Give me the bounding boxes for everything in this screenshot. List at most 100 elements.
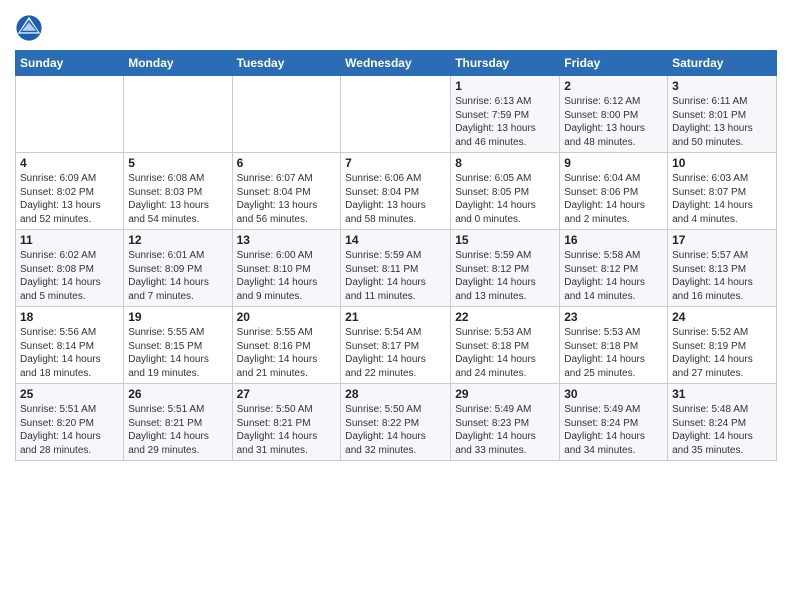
day-info: Sunrise: 5:50 AM Sunset: 8:21 PM Dayligh… — [237, 403, 337, 457]
week-row: 4Sunrise: 6:09 AM Sunset: 8:02 PM Daylig… — [16, 153, 777, 230]
page-container: SundayMondayTuesdayWednesdayThursdayFrid… — [0, 0, 792, 471]
day-number: 7 — [345, 156, 446, 170]
day-number: 4 — [20, 156, 119, 170]
day-info: Sunrise: 6:05 AM Sunset: 8:05 PM Dayligh… — [455, 172, 555, 226]
day-number: 26 — [128, 387, 227, 401]
day-info: Sunrise: 6:04 AM Sunset: 8:06 PM Dayligh… — [564, 172, 663, 226]
day-cell: 24 Sunrise: 5:52 AM Sunset: 8:19 PM Dayli… — [668, 307, 777, 384]
day-info: Sunrise: 5:59 AM Sunset: 8:11 PM Dayligh… — [345, 249, 446, 303]
header-day: Wednesday — [341, 51, 451, 76]
calendar-table: SundayMondayTuesdayWednesdayThursdayFrid… — [15, 50, 777, 461]
day-cell: 9 Sunrise: 6:04 AM Sunset: 8:06 PM Daylig… — [560, 153, 668, 230]
day-number: 30 — [564, 387, 663, 401]
day-number: 16 — [564, 233, 663, 247]
day-cell — [232, 76, 341, 153]
day-cell: 15Sunrise: 5:59 AM Sunset: 8:12 PM Dayli… — [451, 230, 560, 307]
day-cell: 28 Sunrise: 5:50 AM Sunset: 8:22 PM Dayli… — [341, 384, 451, 461]
day-number: 31 — [672, 387, 772, 401]
day-cell: 2 Sunrise: 6:12 AM Sunset: 8:00 PM Daylig… — [560, 76, 668, 153]
day-number: 9 — [564, 156, 663, 170]
day-cell — [341, 76, 451, 153]
day-info: Sunrise: 5:57 AM Sunset: 8:13 PM Dayligh… — [672, 249, 772, 303]
day-cell: 10Sunrise: 6:03 AM Sunset: 8:07 PM Dayli… — [668, 153, 777, 230]
day-cell: 23Sunrise: 5:53 AM Sunset: 8:18 PM Dayli… — [560, 307, 668, 384]
day-info: Sunrise: 5:51 AM Sunset: 8:21 PM Dayligh… — [128, 403, 227, 457]
day-cell: 27 Sunrise: 5:50 AM Sunset: 8:21 PM Dayli… — [232, 384, 341, 461]
day-number: 19 — [128, 310, 227, 324]
day-info: Sunrise: 6:06 AM Sunset: 8:04 PM Dayligh… — [345, 172, 446, 226]
day-number: 6 — [237, 156, 337, 170]
day-cell: 16 Sunrise: 5:58 AM Sunset: 8:12 PM Dayli… — [560, 230, 668, 307]
day-cell — [16, 76, 124, 153]
day-cell: 7 Sunrise: 6:06 AM Sunset: 8:04 PM Daylig… — [341, 153, 451, 230]
day-cell: 31 Sunrise: 5:48 AM Sunset: 8:24 PM Dayli… — [668, 384, 777, 461]
day-cell: 13Sunrise: 6:00 AM Sunset: 8:10 PM Dayli… — [232, 230, 341, 307]
header-row: SundayMondayTuesdayWednesdayThursdayFrid… — [16, 51, 777, 76]
week-row: 11 Sunrise: 6:02 AM Sunset: 8:08 PM Dayli… — [16, 230, 777, 307]
day-info: Sunrise: 5:56 AM Sunset: 8:14 PM Dayligh… — [20, 326, 119, 380]
day-cell: 8Sunrise: 6:05 AM Sunset: 8:05 PM Daylig… — [451, 153, 560, 230]
week-row: 18 Sunrise: 5:56 AM Sunset: 8:14 PM Dayli… — [16, 307, 777, 384]
day-info: Sunrise: 5:48 AM Sunset: 8:24 PM Dayligh… — [672, 403, 772, 457]
header-day: Sunday — [16, 51, 124, 76]
day-info: Sunrise: 6:01 AM Sunset: 8:09 PM Dayligh… — [128, 249, 227, 303]
day-info: Sunrise: 5:55 AM Sunset: 8:16 PM Dayligh… — [237, 326, 337, 380]
day-info: Sunrise: 6:11 AM Sunset: 8:01 PM Dayligh… — [672, 95, 772, 149]
day-info: Sunrise: 6:07 AM Sunset: 8:04 PM Dayligh… — [237, 172, 337, 226]
day-number: 23 — [564, 310, 663, 324]
day-info: Sunrise: 5:49 AM Sunset: 8:23 PM Dayligh… — [455, 403, 555, 457]
day-cell: 25 Sunrise: 5:51 AM Sunset: 8:20 PM Dayli… — [16, 384, 124, 461]
logo — [15, 14, 47, 42]
day-number: 3 — [672, 79, 772, 93]
day-info: Sunrise: 6:00 AM Sunset: 8:10 PM Dayligh… — [237, 249, 337, 303]
day-info: Sunrise: 6:13 AM Sunset: 7:59 PM Dayligh… — [455, 95, 555, 149]
day-cell: 1 Sunrise: 6:13 AM Sunset: 7:59 PM Daylig… — [451, 76, 560, 153]
day-number: 1 — [455, 79, 555, 93]
header-day: Tuesday — [232, 51, 341, 76]
day-cell: 6 Sunrise: 6:07 AM Sunset: 8:04 PM Daylig… — [232, 153, 341, 230]
week-row: 1 Sunrise: 6:13 AM Sunset: 7:59 PM Daylig… — [16, 76, 777, 153]
day-info: Sunrise: 5:51 AM Sunset: 8:20 PM Dayligh… — [20, 403, 119, 457]
day-cell: 5 Sunrise: 6:08 AM Sunset: 8:03 PM Daylig… — [124, 153, 232, 230]
day-number: 18 — [20, 310, 119, 324]
day-cell: 29 Sunrise: 5:49 AM Sunset: 8:23 PM Dayli… — [451, 384, 560, 461]
logo-icon — [15, 14, 43, 42]
day-info: Sunrise: 6:02 AM Sunset: 8:08 PM Dayligh… — [20, 249, 119, 303]
day-number: 28 — [345, 387, 446, 401]
day-info: Sunrise: 6:08 AM Sunset: 8:03 PM Dayligh… — [128, 172, 227, 226]
week-row: 25 Sunrise: 5:51 AM Sunset: 8:20 PM Dayli… — [16, 384, 777, 461]
day-number: 21 — [345, 310, 446, 324]
day-cell — [124, 76, 232, 153]
day-number: 2 — [564, 79, 663, 93]
day-cell: 30Sunrise: 5:49 AM Sunset: 8:24 PM Dayli… — [560, 384, 668, 461]
day-info: Sunrise: 5:53 AM Sunset: 8:18 PM Dayligh… — [455, 326, 555, 380]
day-number: 14 — [345, 233, 446, 247]
day-info: Sunrise: 6:03 AM Sunset: 8:07 PM Dayligh… — [672, 172, 772, 226]
day-number: 5 — [128, 156, 227, 170]
day-info: Sunrise: 5:52 AM Sunset: 8:19 PM Dayligh… — [672, 326, 772, 380]
day-cell: 11 Sunrise: 6:02 AM Sunset: 8:08 PM Dayli… — [16, 230, 124, 307]
day-number: 29 — [455, 387, 555, 401]
day-cell: 4Sunrise: 6:09 AM Sunset: 8:02 PM Daylig… — [16, 153, 124, 230]
day-cell: 17 Sunrise: 5:57 AM Sunset: 8:13 PM Dayli… — [668, 230, 777, 307]
day-info: Sunrise: 5:58 AM Sunset: 8:12 PM Dayligh… — [564, 249, 663, 303]
day-cell: 26 Sunrise: 5:51 AM Sunset: 8:21 PM Dayli… — [124, 384, 232, 461]
day-info: Sunrise: 5:50 AM Sunset: 8:22 PM Dayligh… — [345, 403, 446, 457]
day-number: 20 — [237, 310, 337, 324]
day-number: 24 — [672, 310, 772, 324]
day-cell: 12 Sunrise: 6:01 AM Sunset: 8:09 PM Dayli… — [124, 230, 232, 307]
day-number: 11 — [20, 233, 119, 247]
day-number: 25 — [20, 387, 119, 401]
day-info: Sunrise: 6:12 AM Sunset: 8:00 PM Dayligh… — [564, 95, 663, 149]
day-number: 27 — [237, 387, 337, 401]
day-number: 12 — [128, 233, 227, 247]
day-info: Sunrise: 5:59 AM Sunset: 8:12 PM Dayligh… — [455, 249, 555, 303]
day-number: 17 — [672, 233, 772, 247]
day-info: Sunrise: 5:55 AM Sunset: 8:15 PM Dayligh… — [128, 326, 227, 380]
day-info: Sunrise: 5:54 AM Sunset: 8:17 PM Dayligh… — [345, 326, 446, 380]
day-cell: 20 Sunrise: 5:55 AM Sunset: 8:16 PM Dayli… — [232, 307, 341, 384]
day-cell: 19 Sunrise: 5:55 AM Sunset: 8:15 PM Dayli… — [124, 307, 232, 384]
header-day: Monday — [124, 51, 232, 76]
day-cell: 3 Sunrise: 6:11 AM Sunset: 8:01 PM Daylig… — [668, 76, 777, 153]
day-number: 22 — [455, 310, 555, 324]
